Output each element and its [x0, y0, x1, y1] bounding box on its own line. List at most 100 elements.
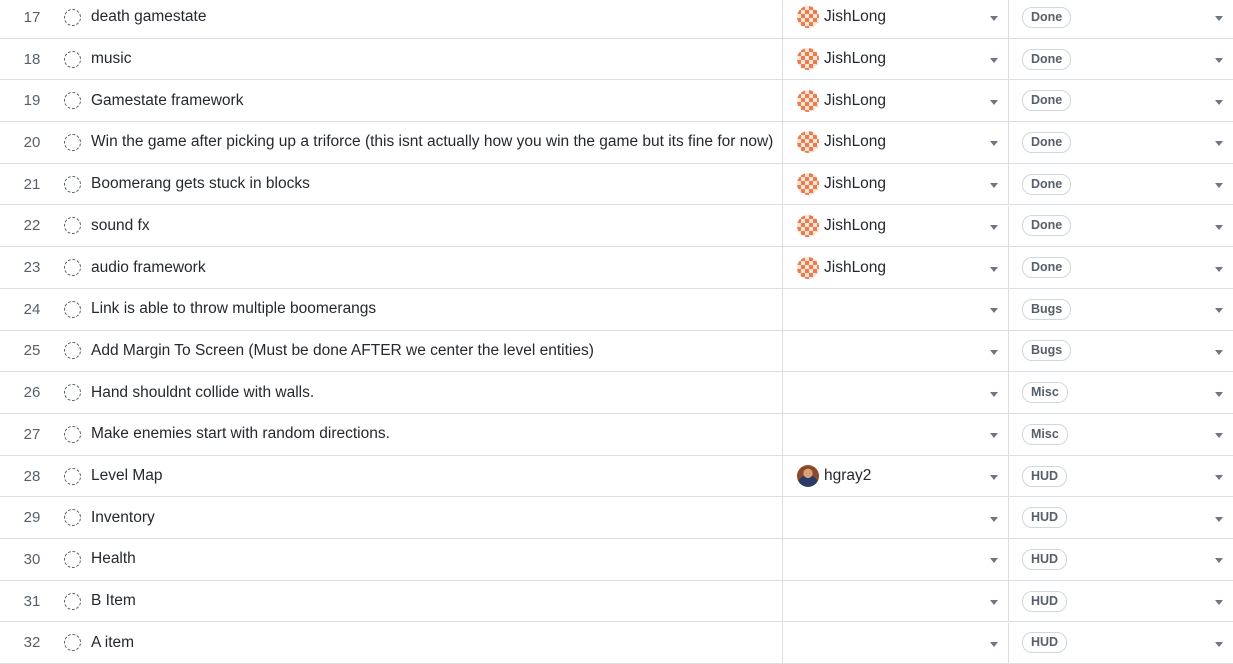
title-cell[interactable]: sound fx — [64, 206, 783, 247]
caret-down-icon[interactable] — [990, 558, 998, 563]
caret-down-icon[interactable] — [990, 58, 998, 63]
status-cell[interactable]: Misc — [1010, 414, 1233, 455]
item-title[interactable]: Level Map — [91, 467, 163, 485]
assignee-cell[interactable]: hgray2 — [784, 456, 1009, 497]
title-cell[interactable]: music — [64, 39, 783, 80]
caret-down-icon[interactable] — [990, 141, 998, 146]
title-cell[interactable]: Make enemies start with random direction… — [64, 414, 783, 455]
caret-down-icon[interactable] — [990, 308, 998, 313]
assignee-cell[interactable] — [784, 289, 1009, 330]
title-cell[interactable]: Win the game after picking up a triforce… — [64, 122, 783, 163]
caret-down-icon[interactable] — [1215, 141, 1223, 146]
title-cell[interactable]: Link is able to throw multiple boomerang… — [64, 289, 783, 330]
assignee-cell[interactable] — [784, 539, 1009, 580]
caret-down-icon[interactable] — [1215, 433, 1223, 438]
table-row[interactable]: 25Add Margin To Screen (Must be done AFT… — [0, 331, 1233, 373]
caret-down-icon[interactable] — [1215, 267, 1223, 272]
table-row[interactable]: 30HealthHUD — [0, 539, 1233, 581]
caret-down-icon[interactable] — [990, 517, 998, 522]
item-title[interactable]: music — [91, 50, 131, 68]
caret-down-icon[interactable] — [990, 100, 998, 105]
table-row[interactable]: 20Win the game after picking up a trifor… — [0, 122, 1233, 164]
caret-down-icon[interactable] — [990, 183, 998, 188]
item-title[interactable]: Link is able to throw multiple boomerang… — [91, 300, 376, 318]
status-cell[interactable]: Done — [1010, 122, 1233, 163]
status-cell[interactable]: Done — [1010, 39, 1233, 80]
caret-down-icon[interactable] — [1215, 517, 1223, 522]
title-cell[interactable]: audio framework — [64, 247, 783, 288]
assignee-cell[interactable]: JishLong — [784, 39, 1009, 80]
caret-down-icon[interactable] — [1215, 16, 1223, 21]
title-cell[interactable]: Level Map — [64, 456, 783, 497]
status-cell[interactable]: HUD — [1010, 456, 1233, 497]
caret-down-icon[interactable] — [990, 392, 998, 397]
table-row[interactable]: 23audio frameworkJishLongDone — [0, 247, 1233, 289]
status-cell[interactable]: Bugs — [1010, 331, 1233, 372]
title-cell[interactable]: Inventory — [64, 497, 783, 538]
table-row[interactable]: 22sound fxJishLongDone — [0, 206, 1233, 248]
caret-down-icon[interactable] — [1215, 100, 1223, 105]
table-row[interactable]: 31B ItemHUD — [0, 581, 1233, 623]
table-row[interactable]: 28Level Maphgray2HUD — [0, 456, 1233, 498]
caret-down-icon[interactable] — [1215, 475, 1223, 480]
assignee-cell[interactable] — [784, 372, 1009, 413]
assignee-cell[interactable]: JishLong — [784, 122, 1009, 163]
assignee-cell[interactable]: JishLong — [784, 80, 1009, 121]
caret-down-icon[interactable] — [990, 475, 998, 480]
item-title[interactable]: Win the game after picking up a triforce… — [91, 133, 773, 151]
assignee-cell[interactable] — [784, 581, 1009, 622]
item-title[interactable]: Gamestate framework — [91, 92, 243, 110]
table-row[interactable]: 18musicJishLongDone — [0, 39, 1233, 81]
status-cell[interactable]: HUD — [1010, 623, 1233, 664]
status-cell[interactable]: Done — [1010, 164, 1233, 205]
item-title[interactable]: Hand shouldnt collide with walls. — [91, 384, 314, 402]
item-title[interactable]: Health — [91, 550, 136, 568]
caret-down-icon[interactable] — [990, 16, 998, 21]
status-cell[interactable]: Done — [1010, 80, 1233, 121]
item-title[interactable]: A item — [91, 634, 134, 652]
table-row[interactable]: 27Make enemies start with random directi… — [0, 414, 1233, 456]
caret-down-icon[interactable] — [990, 350, 998, 355]
caret-down-icon[interactable] — [990, 267, 998, 272]
status-cell[interactable]: HUD — [1010, 581, 1233, 622]
table-row[interactable]: 29InventoryHUD — [0, 497, 1233, 539]
status-cell[interactable]: Done — [1010, 206, 1233, 247]
status-cell[interactable]: Bugs — [1010, 289, 1233, 330]
caret-down-icon[interactable] — [1215, 642, 1223, 647]
caret-down-icon[interactable] — [1215, 392, 1223, 397]
caret-down-icon[interactable] — [1215, 225, 1223, 230]
status-cell[interactable]: HUD — [1010, 539, 1233, 580]
item-title[interactable]: sound fx — [91, 217, 150, 235]
item-title[interactable]: Boomerang gets stuck in blocks — [91, 175, 310, 193]
title-cell[interactable]: Health — [64, 539, 783, 580]
item-title[interactable]: Inventory — [91, 509, 155, 527]
status-cell[interactable]: Done — [1010, 247, 1233, 288]
assignee-cell[interactable] — [784, 414, 1009, 455]
item-title[interactable]: death gamestate — [91, 8, 206, 26]
title-cell[interactable]: Gamestate framework — [64, 80, 783, 121]
table-row[interactable]: 32A itemHUD — [0, 623, 1233, 664]
title-cell[interactable]: death gamestate — [64, 0, 783, 38]
title-cell[interactable]: B Item — [64, 581, 783, 622]
table-row[interactable]: 17death gamestateJishLongDone — [0, 0, 1233, 39]
title-cell[interactable]: Add Margin To Screen (Must be done AFTER… — [64, 331, 783, 372]
caret-down-icon[interactable] — [1215, 350, 1223, 355]
caret-down-icon[interactable] — [990, 600, 998, 605]
status-cell[interactable]: HUD — [1010, 497, 1233, 538]
assignee-cell[interactable] — [784, 331, 1009, 372]
caret-down-icon[interactable] — [990, 225, 998, 230]
title-cell[interactable]: Hand shouldnt collide with walls. — [64, 372, 783, 413]
caret-down-icon[interactable] — [1215, 58, 1223, 63]
item-title[interactable]: Make enemies start with random direction… — [91, 425, 390, 443]
assignee-cell[interactable]: JishLong — [784, 0, 1009, 38]
assignee-cell[interactable]: JishLong — [784, 206, 1009, 247]
caret-down-icon[interactable] — [990, 642, 998, 647]
caret-down-icon[interactable] — [1215, 600, 1223, 605]
caret-down-icon[interactable] — [1215, 308, 1223, 313]
caret-down-icon[interactable] — [1215, 558, 1223, 563]
caret-down-icon[interactable] — [990, 433, 998, 438]
item-title[interactable]: Add Margin To Screen (Must be done AFTER… — [91, 342, 594, 360]
table-row[interactable]: 19Gamestate frameworkJishLongDone — [0, 80, 1233, 122]
assignee-cell[interactable] — [784, 623, 1009, 664]
caret-down-icon[interactable] — [1215, 183, 1223, 188]
